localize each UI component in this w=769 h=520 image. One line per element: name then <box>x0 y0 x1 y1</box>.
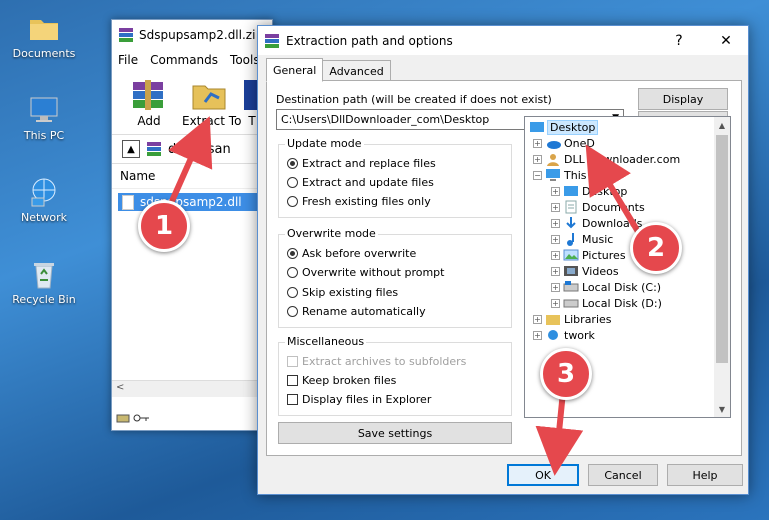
arrow-step2 <box>585 144 643 237</box>
step-badge-1: 1 <box>138 200 190 252</box>
step-badge-2: 2 <box>630 222 682 274</box>
arrow-step1 <box>165 116 213 212</box>
arrow-step3 <box>535 391 584 476</box>
tab-general[interactable]: General <box>266 58 324 82</box>
step-badge-3: 3 <box>540 348 592 400</box>
